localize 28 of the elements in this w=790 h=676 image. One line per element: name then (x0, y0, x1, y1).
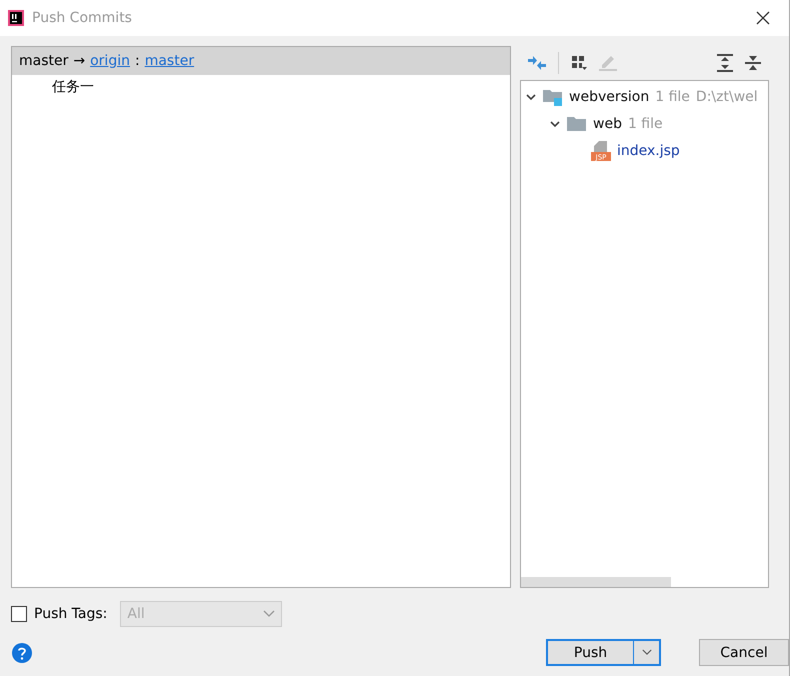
help-icon[interactable] (12, 642, 32, 662)
folder-icon (567, 116, 587, 132)
separator-glyph: : (134, 53, 140, 69)
dropdown-button[interactable] (634, 641, 659, 664)
tree-item-label[interactable]: webversion (569, 88, 650, 104)
commit-row[interactable]: 任务一 (12, 75, 510, 99)
collapse-all-icon[interactable] (745, 54, 761, 72)
push-tags-label: Push Tags: (34, 606, 108, 622)
scrollbar[interactable] (521, 577, 671, 587)
chevron-down-icon (263, 610, 276, 618)
module-folder-icon (543, 88, 563, 106)
app-logo-icon (8, 10, 24, 26)
close-icon[interactable] (756, 11, 770, 25)
chevron-down-icon (642, 649, 652, 656)
tree-item-label[interactable]: web (593, 116, 622, 132)
grid-icon[interactable] (571, 55, 587, 71)
local-branch: master (19, 53, 68, 69)
file-count: 1 file (655, 88, 690, 104)
arrows-in-icon[interactable] (528, 55, 546, 71)
file-count: 1 file (628, 116, 663, 132)
push-tags-checkbox[interactable] (11, 606, 27, 622)
tree-item-label[interactable]: index.jsp (617, 142, 680, 158)
window-title: Push Commits (32, 10, 132, 26)
push-button[interactable]: Push (548, 641, 634, 664)
cancel-button[interactable]: Cancel (699, 639, 789, 666)
expand-all-icon[interactable] (717, 54, 733, 72)
file-path: D:\zt\wel (696, 88, 758, 104)
arrow-glyph: → (73, 53, 86, 69)
